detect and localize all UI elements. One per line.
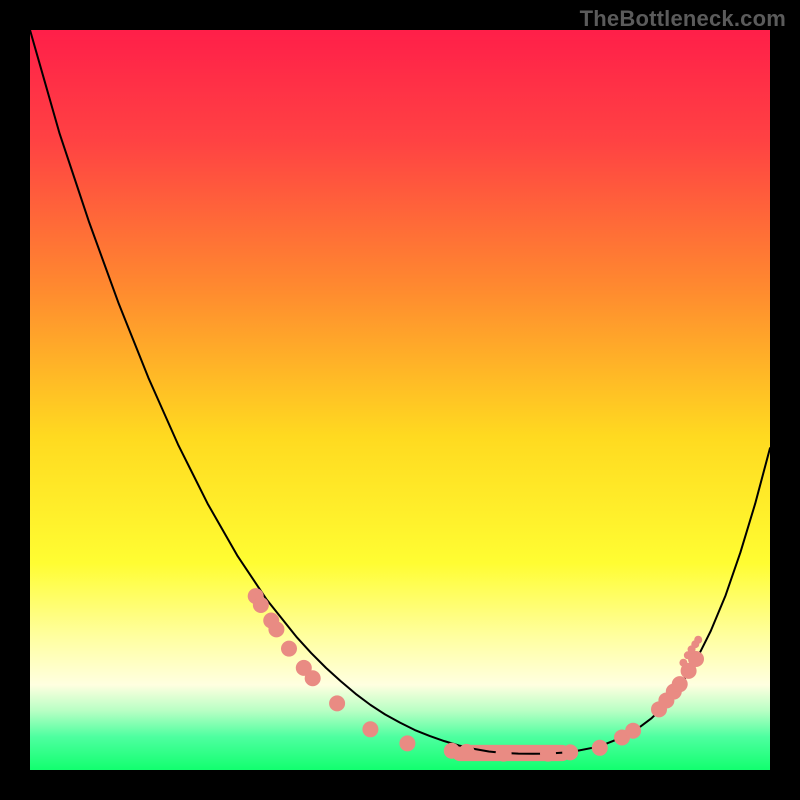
data-marker [496,746,512,762]
data-marker [281,641,297,657]
extra-marker [679,659,687,667]
data-marker [625,723,641,739]
data-marker [305,670,321,686]
data-marker [362,721,378,737]
data-marker [459,744,475,760]
data-marker [444,743,460,759]
data-marker [399,735,415,751]
data-marker [329,695,345,711]
plot-background [30,30,770,770]
data-marker [540,746,556,762]
data-marker [253,597,269,613]
data-marker [562,744,578,760]
chart-frame: TheBottleneck.com [0,0,800,800]
data-marker [672,676,688,692]
extra-marker [694,636,702,644]
data-marker [268,621,284,637]
bottleneck-chart [30,30,770,770]
watermark-label: TheBottleneck.com [580,6,786,32]
data-marker [592,740,608,756]
